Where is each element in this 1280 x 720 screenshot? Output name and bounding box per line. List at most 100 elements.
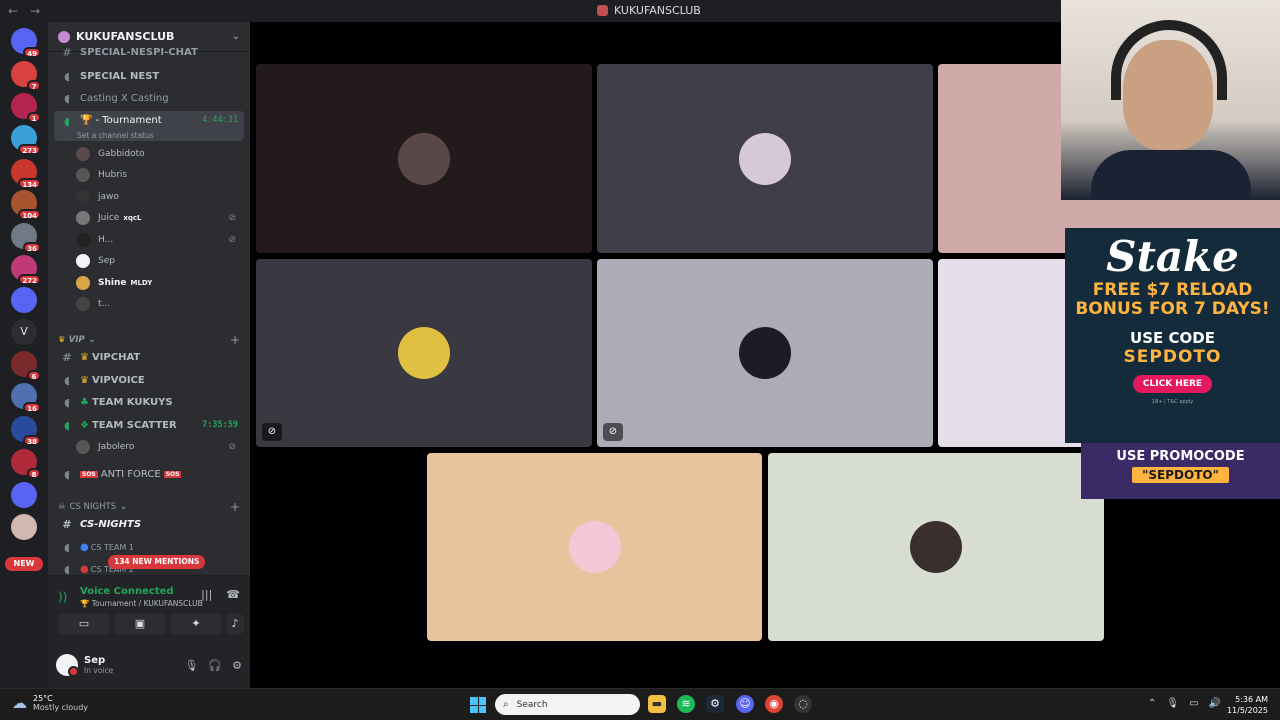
new-badge[interactable]: NEW (5, 557, 43, 571)
server-icon[interactable]: 104 (11, 190, 41, 220)
taskbar-search[interactable]: ⌕ Search (495, 694, 640, 715)
server-icon[interactable]: 38 (11, 416, 41, 446)
activities-button[interactable]: ✦ (170, 614, 222, 634)
soundboard-icon: ♪ (231, 617, 239, 630)
discord-icon[interactable]: ☺ (736, 695, 754, 713)
voice-member[interactable]: Gabbidoto (76, 144, 244, 164)
participant-tile[interactable] (427, 453, 762, 641)
voice-location[interactable]: 🏆 Tournament / KUKUFANSCLUB (80, 599, 203, 608)
start-button[interactable] (470, 697, 486, 713)
voice-member[interactable]: t... (76, 294, 244, 314)
network-icon[interactable]: ▭ (1189, 698, 1198, 709)
voice-timer: 4:44:31 (202, 115, 238, 125)
noise-suppression-icon[interactable]: ||| (201, 588, 212, 601)
voice-member[interactable]: Shine MLDY (76, 273, 244, 293)
ad-cta-button: CLICK HERE (1132, 375, 1213, 393)
ad-code: SEPDOTO (1123, 347, 1222, 367)
voice-member[interactable]: Jabolero ⊘ (76, 437, 244, 457)
voice-member[interactable]: Sep (76, 251, 244, 271)
ad-use-code: USE CODE (1130, 329, 1215, 347)
microphone-icon[interactable]: 🎙 (184, 659, 198, 672)
chevron-down-icon[interactable]: ⌄ (232, 31, 240, 42)
channel-cs-team-1[interactable]: ◖ ● CS TEAM 1 (54, 537, 244, 557)
channel-casting[interactable]: ◖ Casting X Casting (54, 88, 244, 108)
channel-cs-nights[interactable]: # CS-NIGHTS (54, 514, 244, 534)
server-icon[interactable] (11, 482, 37, 508)
server-icon[interactable]: 36 (11, 223, 41, 253)
voice-member[interactable]: jawo (76, 187, 244, 207)
server-icon[interactable]: 273 (11, 125, 41, 155)
channel-special-chat[interactable]: # SPECIAL-NESPI-CHAT (54, 46, 244, 58)
microphone-icon[interactable]: 🎙 (1166, 698, 1179, 709)
server-icon[interactable] (11, 287, 37, 313)
speaker-icon: ◖ (64, 91, 70, 105)
participant-tile[interactable]: ⊘ (597, 259, 933, 447)
clock[interactable]: 5:36 AM 11/5/2025 (1226, 694, 1268, 716)
voice-member[interactable]: H... ⊘ (76, 230, 244, 250)
participant-tile[interactable]: ⊘ (256, 259, 592, 447)
home-dm-button[interactable]: 49 (11, 28, 41, 58)
headphones-icon[interactable]: 🎧 (208, 659, 222, 672)
category-vip[interactable]: ♛ VIP ⌄ + (58, 333, 240, 347)
server-icon[interactable]: 8 (11, 449, 41, 479)
sos-icon: SOS (80, 470, 98, 478)
participant-avatar (568, 521, 621, 573)
weather-widget[interactable]: ☁ 25°C Mostly cloudy (12, 694, 88, 712)
new-mentions-pill[interactable]: 134 NEW MENTIONS (108, 555, 206, 569)
server-icon[interactable]: 1 (11, 93, 41, 123)
channel-team-scatter[interactable]: ◖ ❖ TEAM SCATTER 7:35:59 (54, 415, 244, 435)
speaker-icon: ◖ (64, 395, 70, 409)
app-icon[interactable]: ◌ (794, 695, 812, 713)
volume-icon[interactable]: 🔊 (1209, 698, 1221, 709)
back-arrow-icon[interactable]: ← (8, 4, 18, 18)
server-icon[interactable]: 272 (11, 255, 41, 285)
steam-icon[interactable]: ⚙ (706, 695, 724, 713)
forward-arrow-icon[interactable]: → (30, 4, 40, 18)
server-icon[interactable]: V (11, 319, 37, 345)
camera-button[interactable]: ▭ (58, 614, 110, 634)
channel-anti-force[interactable]: ◖ SOS ANTI FORCE SOS (54, 464, 244, 484)
participant-tile[interactable] (256, 64, 592, 253)
channel-vipvoice[interactable]: ◖ ♛ VIPVOICE (54, 370, 244, 390)
signal-icon[interactable]: )) (58, 590, 67, 604)
disconnect-icon[interactable]: ☎ (226, 588, 240, 601)
chevron-up-icon[interactable]: ⌃ (1148, 698, 1156, 709)
username[interactable]: Sep (84, 655, 113, 666)
server-icon (597, 5, 608, 16)
promo-banner: USE PROMOCODE "SEPDOTO" (1081, 443, 1280, 499)
server-icon[interactable]: 16 (11, 383, 41, 413)
server-icon[interactable]: 7 (11, 61, 41, 91)
skull-icon: ☠ (58, 502, 66, 512)
voice-connected-label[interactable]: Voice Connected (80, 586, 174, 597)
sponsor-ad: Stake FREE $7 RELOAD BONUS FOR 7 DAYS! U… (1065, 228, 1280, 443)
add-channel-icon[interactable]: + (230, 500, 240, 514)
channel-status[interactable]: Set a channel status (77, 131, 154, 140)
voice-member[interactable]: Juice xqcL ⊘ (76, 208, 244, 228)
server-icon[interactable] (11, 514, 37, 540)
spotify-icon[interactable]: ≋ (677, 695, 695, 713)
gear-icon[interactable]: ⚙ (232, 659, 242, 672)
trophy-icon: 🏆 (80, 115, 93, 126)
file-explorer-icon[interactable]: ▬ (648, 695, 666, 713)
user-status: In voice (84, 666, 114, 675)
channel-special-nest[interactable]: ◖ SPECIAL NEST (54, 66, 244, 86)
promo-line-2: "SEPDOTO" (1132, 467, 1229, 483)
participant-tile[interactable] (597, 64, 933, 253)
server-icon[interactable]: 134 (11, 159, 41, 189)
screen-share-button[interactable]: ▣ (114, 614, 166, 634)
channel-vipchat[interactable]: # ♛ VIPCHAT (54, 347, 244, 367)
ad-fine-print: 18+ | T&C apply (1151, 399, 1194, 405)
soundboard-button[interactable]: ♪ (226, 614, 244, 634)
activities-icon: ✦ (191, 617, 201, 630)
avatar[interactable] (56, 654, 79, 677)
category-cs-nights[interactable]: ☠ CS NIGHTS ⌄ + (58, 500, 240, 514)
channel-team-kukuys[interactable]: ◖ ♣ TEAM KUKUYS (54, 392, 244, 412)
speaker-icon: ◖ (64, 540, 70, 554)
participant-tile[interactable] (768, 453, 1104, 641)
voice-member[interactable]: Hubris (76, 165, 244, 185)
server-icon[interactable]: 6 (11, 351, 41, 381)
add-channel-icon[interactable]: + (230, 333, 240, 347)
chrome-icon[interactable]: ◉ (765, 695, 783, 713)
avatar (76, 233, 90, 247)
blue-circle-icon: ● (80, 541, 89, 553)
